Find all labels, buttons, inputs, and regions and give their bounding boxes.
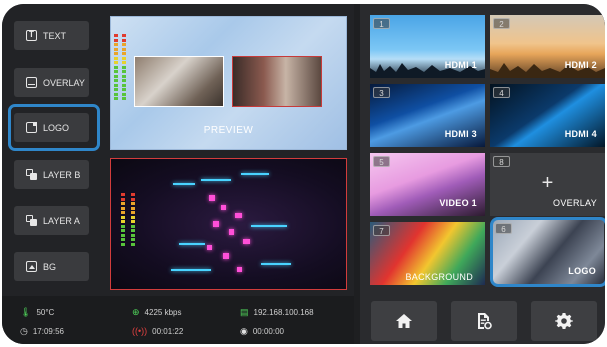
overlay-icon — [26, 77, 37, 88]
file-settings-button[interactable] — [451, 301, 517, 341]
preview-layer-a-image — [134, 56, 224, 107]
source-number: 7 — [373, 225, 390, 236]
temperature-readout: 50°C — [36, 308, 55, 317]
source-label: OVERLAY — [553, 198, 597, 208]
layer-overlay-button[interactable]: OVERLAY — [14, 68, 89, 97]
layer-a-button[interactable]: LAYER A — [14, 206, 89, 235]
source-label: VIDEO 1 — [439, 198, 477, 208]
source-tile-hdmi-4[interactable]: 4 HDMI 4 — [490, 84, 605, 147]
layers-icon — [26, 169, 37, 180]
status-bar: 🌡︎ 50°C ◷ 17:09:56 ⊕ 4225 kbps ((•)) 00:… — [2, 296, 354, 344]
layer-label: OVERLAY — [43, 77, 85, 88]
program-audio-meter-left — [121, 193, 125, 247]
source-number: 1 — [373, 18, 390, 29]
preview-layer-b-image — [232, 56, 322, 107]
program-audio-meter-right — [131, 193, 135, 247]
audio-meter-right — [122, 34, 126, 102]
thermometer-icon: 🌡︎ — [20, 307, 32, 317]
layers-icon — [26, 215, 37, 226]
clock-icon: ◷ — [20, 326, 28, 336]
preview-monitor[interactable]: PREVIEW — [110, 16, 347, 150]
bitrate-readout: 4225 kbps — [144, 308, 182, 317]
layer-text-button[interactable]: TEXT — [14, 21, 89, 50]
record-time-readout: 00:00:00 — [252, 327, 284, 336]
preview-label: PREVIEW — [203, 125, 254, 136]
network-icon: ▤ — [240, 307, 249, 317]
layer-label: BG — [43, 261, 57, 272]
home-button[interactable] — [371, 301, 437, 341]
record-icon: ◉ — [240, 326, 248, 336]
source-tile-video-1[interactable]: 5 VIDEO 1 — [370, 153, 485, 216]
switcher-device: TEXT OVERLAY LOGO LAYER B LAYER A BG — [2, 4, 605, 344]
source-label: HDMI 3 — [444, 129, 477, 139]
source-tile-overlay[interactable]: 8 + OVERLAY — [490, 153, 605, 216]
source-tile-background[interactable]: 7 BACKGROUND — [370, 222, 485, 285]
source-tile-hdmi-2[interactable]: 2 HDMI 2 — [490, 15, 605, 78]
source-number: 2 — [493, 18, 510, 29]
image-icon — [26, 261, 37, 272]
selected-layer-highlight — [8, 104, 100, 151]
settings-button[interactable] — [531, 301, 597, 341]
selected-source-highlight — [490, 217, 605, 287]
program-monitor[interactable] — [110, 158, 347, 290]
left-panel: TEXT OVERLAY LOGO LAYER B LAYER A BG — [2, 4, 354, 344]
source-panel: 1 HDMI 1 2 HDMI 2 3 HDMI 3 4 HDMI 4 5 VI… — [360, 4, 605, 344]
audio-meter-left — [114, 34, 118, 102]
file-settings-icon — [478, 313, 492, 330]
text-icon — [26, 30, 37, 41]
clock-readout: 17:09:56 — [32, 327, 64, 336]
home-icon — [396, 314, 412, 328]
gear-icon — [555, 313, 573, 329]
source-number: 4 — [493, 87, 510, 98]
source-label: HDMI 4 — [564, 129, 597, 139]
layer-label: TEXT — [43, 30, 67, 41]
layer-label: LAYER B — [43, 169, 81, 180]
source-number: 3 — [373, 87, 390, 98]
add-icon: + — [541, 172, 554, 194]
layer-b-button[interactable]: LAYER B — [14, 160, 89, 189]
layer-bg-button[interactable]: BG — [14, 252, 89, 281]
upload-icon: ⊕ — [132, 307, 140, 317]
stream-time-readout: 00:01:22 — [152, 326, 184, 336]
source-label: BACKGROUND — [405, 272, 473, 282]
ip-readout: 192.168.100.168 — [253, 308, 314, 317]
source-label: HDMI 1 — [444, 60, 477, 70]
layer-label: LAYER A — [43, 215, 80, 226]
source-label: HDMI 2 — [564, 60, 597, 70]
source-number: 8 — [493, 156, 510, 167]
source-tile-hdmi-1[interactable]: 1 HDMI 1 — [370, 15, 485, 78]
live-stream-icon: ((•)) — [132, 326, 148, 336]
source-tile-hdmi-3[interactable]: 3 HDMI 3 — [370, 84, 485, 147]
source-number: 5 — [373, 156, 390, 167]
